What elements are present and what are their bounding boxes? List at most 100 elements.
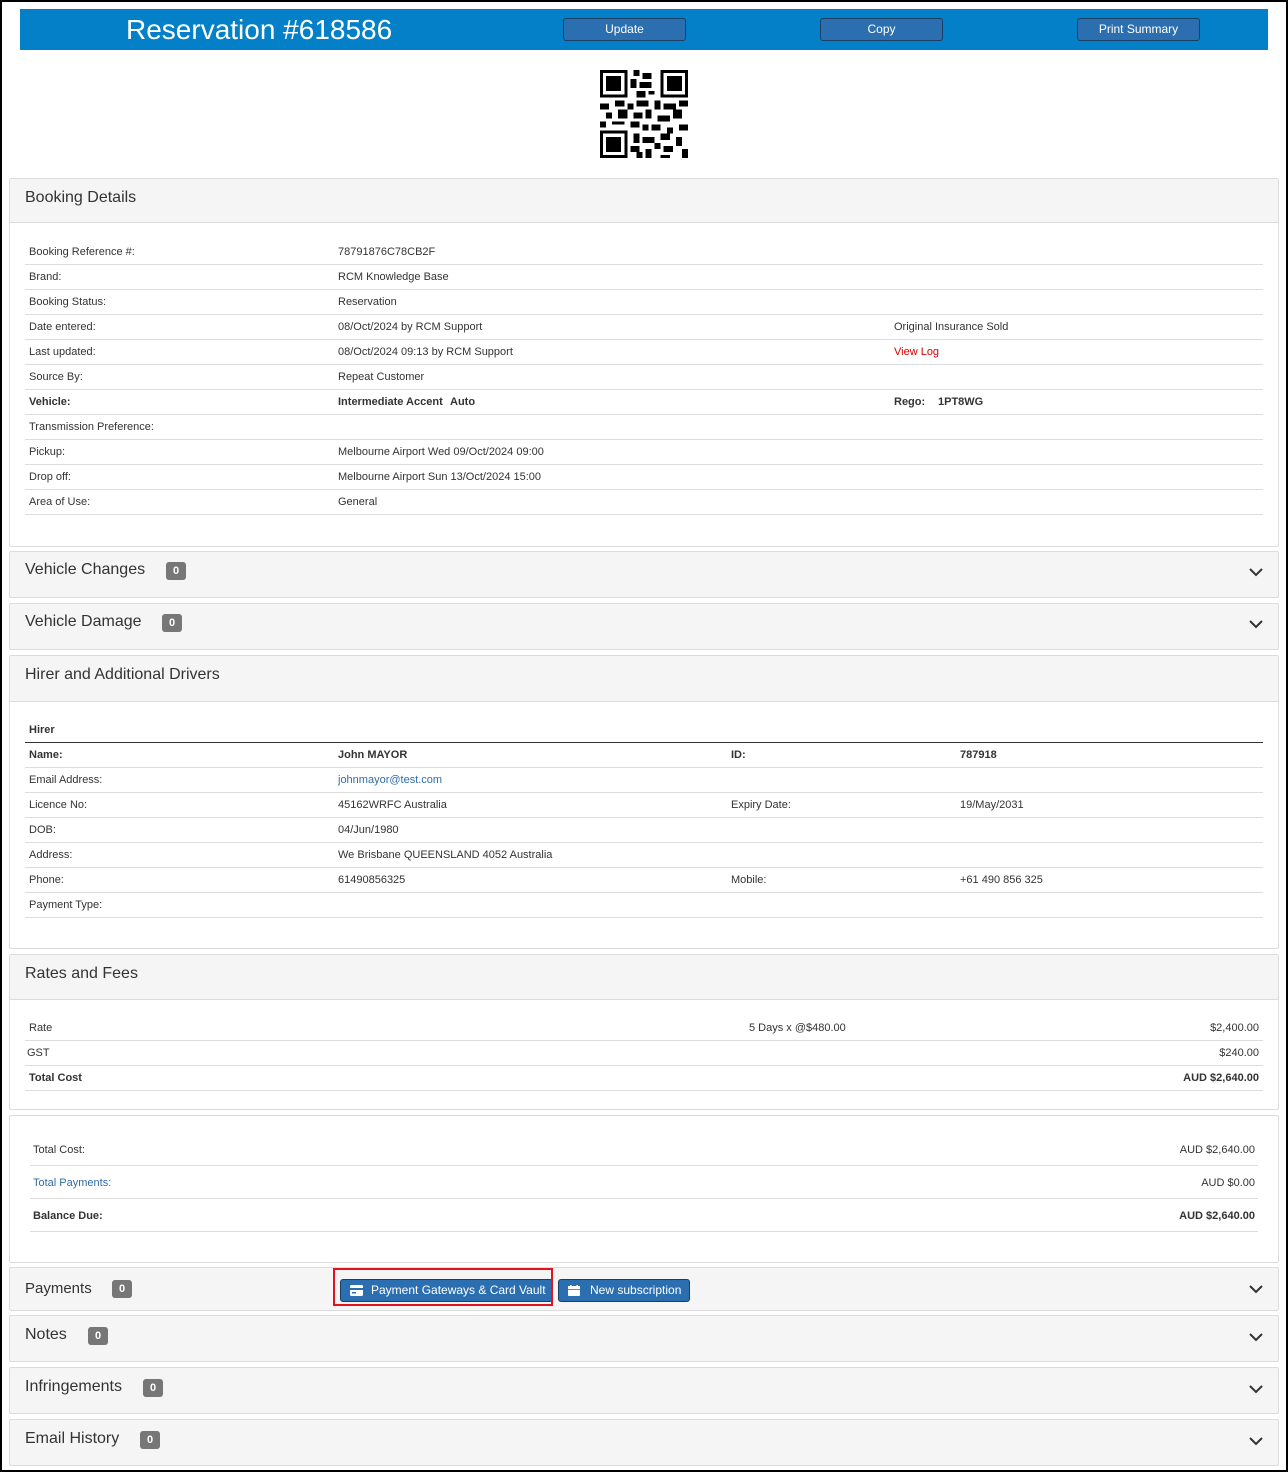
button-label: New subscription bbox=[590, 1283, 682, 1297]
new-subscription-button[interactable]: New subscription bbox=[558, 1279, 690, 1302]
summary-total-cost-row: Total Cost: AUD $2,640.00 bbox=[30, 1132, 1258, 1166]
mobile-label: Mobile: bbox=[731, 874, 767, 886]
source-row: Source By: Repeat Customer bbox=[25, 364, 1263, 390]
licence-row: Licence No: 45162WRFC Australia Expiry D… bbox=[25, 792, 1263, 818]
booking-details-title: Booking Details bbox=[25, 189, 137, 206]
chevron-down-icon[interactable] bbox=[1248, 616, 1264, 632]
row-label: Source By: bbox=[29, 371, 83, 383]
last-updated-row: Last updated: 08/Oct/2024 09:13 by RCM S… bbox=[25, 339, 1263, 365]
row-value: Reservation bbox=[338, 296, 397, 308]
mobile-value: +61 490 856 325 bbox=[960, 874, 1043, 886]
row-label: Payment Type: bbox=[29, 899, 103, 911]
total-payments-link[interactable]: Total Payments: bbox=[33, 1177, 111, 1189]
row-value: John MAYOR bbox=[338, 749, 408, 761]
email-row: Email Address: johnmayor@test.com bbox=[25, 767, 1263, 793]
row-label: Licence No: bbox=[29, 799, 88, 811]
vehicle-changes-count-badge: 0 bbox=[166, 562, 186, 580]
row-value: We Brisbane QUEENSLAND 4052 Australia bbox=[338, 849, 553, 861]
vehicle-damage-count-badge: 0 bbox=[162, 614, 182, 632]
vehicle-value: Intermediate Accent bbox=[338, 396, 443, 408]
view-log-link[interactable]: View Log bbox=[894, 346, 939, 358]
row-label: Rate bbox=[29, 1022, 53, 1034]
rego-value: 1PT8WG bbox=[938, 396, 984, 408]
row-label: Phone: bbox=[29, 874, 64, 886]
row-value: 78791876C78CB2F bbox=[338, 246, 436, 258]
email-history-count-badge: 0 bbox=[140, 1431, 160, 1449]
hirer-section-heading: Hirer bbox=[25, 717, 1263, 743]
dob-row: DOB: 04/Jun/1980 bbox=[25, 817, 1263, 843]
date-entered-row: Date entered: 08/Oct/2024 by RCM Support… bbox=[25, 314, 1263, 340]
id-value: 787918 bbox=[960, 749, 997, 761]
notes-panel[interactable]: Notes 0 bbox=[9, 1315, 1279, 1362]
email-history-panel[interactable]: Email History 0 bbox=[9, 1419, 1279, 1466]
payment-type-row: Payment Type: bbox=[25, 892, 1263, 918]
row-label: Booking Reference #: bbox=[29, 246, 135, 258]
chevron-down-icon[interactable] bbox=[1248, 1381, 1264, 1397]
row-value: 45162WRFC Australia bbox=[338, 799, 447, 811]
hirer-panel: Hirer and Additional Drivers Hirer Name:… bbox=[9, 655, 1279, 949]
chevron-down-icon[interactable] bbox=[1248, 1281, 1264, 1297]
notes-count-badge: 0 bbox=[88, 1327, 108, 1345]
row-label: Drop off: bbox=[29, 471, 71, 483]
row-label: Name: bbox=[29, 749, 63, 761]
vehicle-damage-panel[interactable]: Vehicle Damage 0 bbox=[9, 603, 1279, 650]
row-label: Pickup: bbox=[29, 446, 66, 458]
update-button[interactable]: Update bbox=[563, 18, 686, 41]
expiry-label: Expiry Date: bbox=[731, 799, 791, 811]
rates-title: Rates and Fees bbox=[25, 965, 138, 982]
row-label: Total Cost bbox=[29, 1072, 82, 1084]
highlight-box bbox=[333, 1268, 553, 1306]
row-label: Email Address: bbox=[29, 774, 103, 786]
row-label: Date entered: bbox=[29, 321, 96, 333]
brand-row: Brand: RCM Knowledge Base bbox=[25, 264, 1263, 290]
vehicle-row: Vehicle: Intermediate Accent Auto Rego: … bbox=[25, 389, 1263, 415]
calendar-icon bbox=[568, 1285, 580, 1296]
gst-row: GST $240.00 bbox=[25, 1040, 1263, 1066]
rates-panel: Rates and Fees Rate 5 Days x @$480.00 $2… bbox=[9, 954, 1279, 1110]
header-bar: Reservation #618586 Update Copy Print Su… bbox=[20, 9, 1268, 50]
rates-header: Rates and Fees bbox=[10, 955, 1278, 1000]
id-label: ID: bbox=[731, 749, 746, 761]
email-history-title: Email History bbox=[25, 1430, 120, 1447]
booking-details-panel: Booking Details Booking Reference #: 787… bbox=[9, 178, 1279, 547]
transmission-row: Transmission Preference: bbox=[25, 414, 1263, 440]
print-summary-button[interactable]: Print Summary bbox=[1077, 18, 1200, 41]
row-label: Booking Status: bbox=[29, 296, 107, 308]
vehicle-changes-title: Vehicle Changes bbox=[25, 561, 146, 578]
notes-title: Notes bbox=[25, 1326, 67, 1343]
chevron-down-icon[interactable] bbox=[1248, 564, 1264, 580]
summary-balance-row: Balance Due: AUD $2,640.00 bbox=[30, 1198, 1258, 1232]
pickup-row: Pickup: Melbourne Airport Wed 09/Oct/202… bbox=[25, 439, 1263, 465]
vehicle-changes-panel[interactable]: Vehicle Changes 0 bbox=[9, 551, 1279, 598]
row-value: AUD $2,640.00 bbox=[1179, 1210, 1255, 1222]
rate-amount: $2,400.00 bbox=[1210, 1022, 1259, 1034]
infringements-title: Infringements bbox=[25, 1378, 122, 1395]
infringements-count-badge: 0 bbox=[143, 1379, 163, 1397]
copy-button[interactable]: Copy bbox=[820, 18, 943, 41]
hirer-title: Hirer and Additional Drivers bbox=[25, 666, 220, 683]
payments-title: Payments bbox=[25, 1280, 92, 1297]
row-label: Balance Due: bbox=[33, 1210, 103, 1222]
infringements-panel[interactable]: Infringements 0 bbox=[9, 1367, 1279, 1414]
row-value: Repeat Customer bbox=[338, 371, 425, 383]
phone-row: Phone: 61490856325 Mobile: +61 490 856 3… bbox=[25, 867, 1263, 893]
row-label: DOB: bbox=[29, 824, 56, 836]
row-label: GST bbox=[27, 1047, 50, 1059]
row-label: Brand: bbox=[29, 271, 62, 283]
row-label: Last updated: bbox=[29, 346, 96, 358]
hirer-header: Hirer and Additional Drivers bbox=[10, 656, 1278, 702]
expiry-value: 19/May/2031 bbox=[960, 799, 1024, 811]
chevron-down-icon[interactable] bbox=[1248, 1329, 1264, 1345]
booking-details-header: Booking Details bbox=[10, 179, 1278, 223]
summary-panel: Total Cost: AUD $2,640.00 Total Payments… bbox=[9, 1115, 1279, 1263]
dropoff-row: Drop off: Melbourne Airport Sun 13/Oct/2… bbox=[25, 464, 1263, 490]
total-amount: AUD $2,640.00 bbox=[1183, 1072, 1259, 1084]
section-label: Hirer bbox=[29, 724, 55, 736]
insurance-note: Original Insurance Sold bbox=[894, 321, 1009, 333]
qr-code-icon bbox=[600, 70, 688, 158]
chevron-down-icon[interactable] bbox=[1248, 1433, 1264, 1449]
email-link[interactable]: johnmayor@test.com bbox=[338, 774, 442, 786]
vehicle-transmission: Auto bbox=[450, 396, 476, 408]
booking-reference-row: Booking Reference #: 78791876C78CB2F bbox=[25, 239, 1263, 265]
row-label: Total Cost: bbox=[33, 1144, 85, 1156]
